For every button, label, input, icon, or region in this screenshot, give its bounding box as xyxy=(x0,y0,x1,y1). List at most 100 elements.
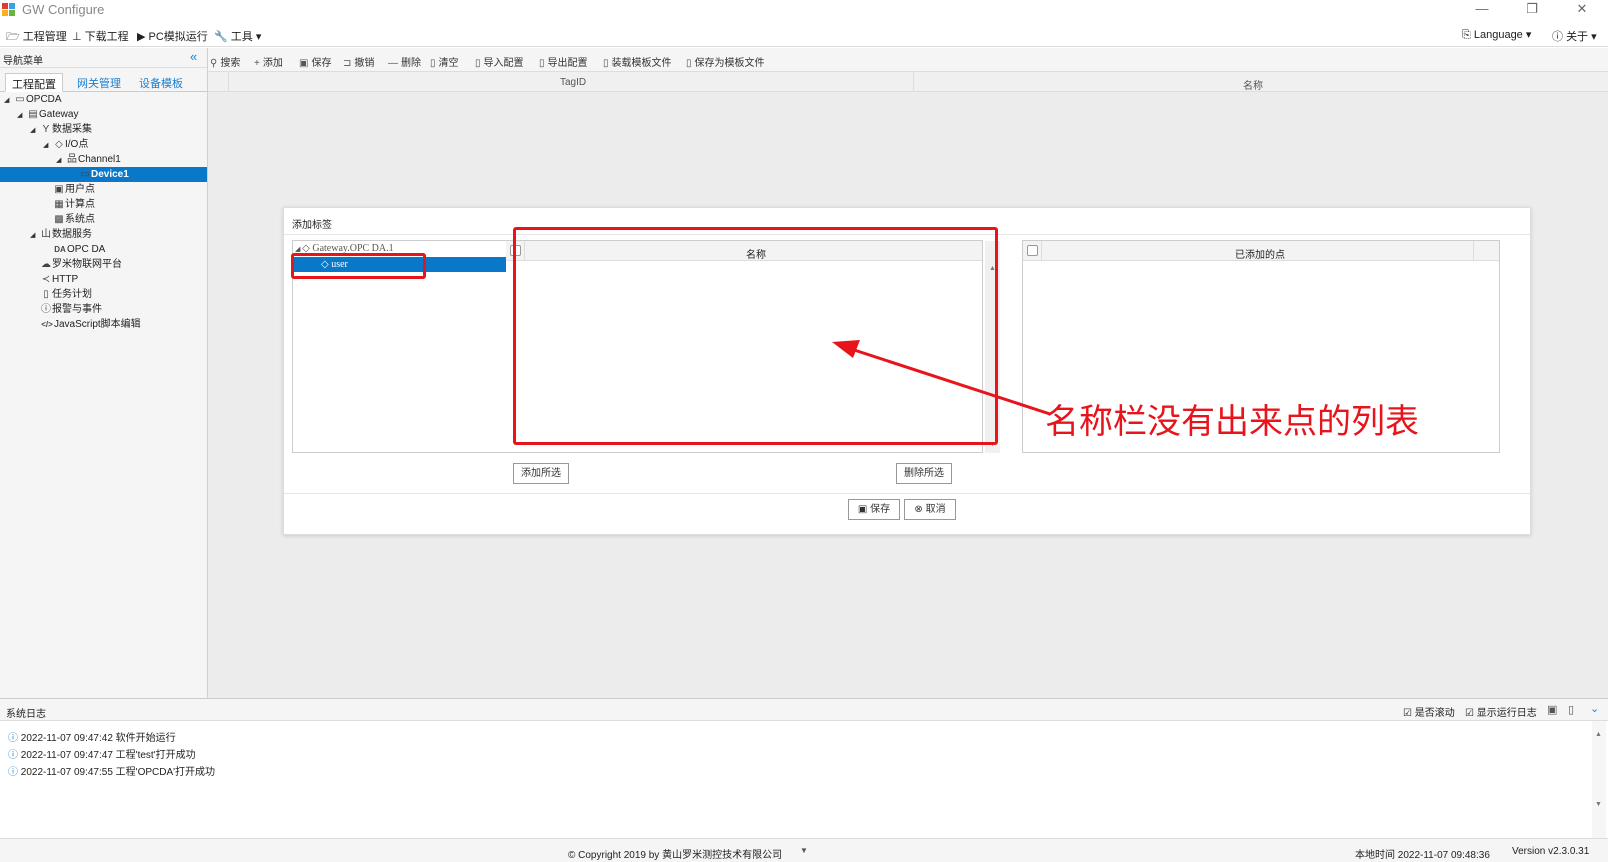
log-entry: ⓘ 2022-11-07 09:47:42 软件开始运行 xyxy=(8,733,176,744)
status-bar: © Copyright 2019 by 黄山罗米测控技术有限公司 ▼ 本地时间 … xyxy=(0,838,1608,862)
tree-node-channel[interactable]: ◢ 品Channel1 xyxy=(56,152,121,167)
tree-node-label: Gateway xyxy=(39,109,79,120)
menu-tools[interactable]: 🔧 工具 ▾ xyxy=(214,28,261,44)
expand-toggle-icon[interactable]: ◢ xyxy=(30,228,40,243)
expand-toggle-icon[interactable]: ◢ xyxy=(30,123,40,138)
expand-toggle-icon[interactable]: ◢ xyxy=(56,153,66,168)
gateway-icon: ▤ xyxy=(28,109,38,120)
title-bar: GW Configure — ❐ ✕ xyxy=(0,0,1608,20)
toolbar-label: 删除 xyxy=(401,58,421,69)
menu-download[interactable]: ⊥ 下载工程 xyxy=(72,28,129,44)
remove-selected-button[interactable]: 删除所选 xyxy=(896,463,952,484)
code-icon: </> xyxy=(41,320,53,329)
tab-gateway-management[interactable]: 网关管理 xyxy=(71,73,127,92)
tree-node-gateway[interactable]: ◢ ▤Gateway xyxy=(17,107,78,122)
info-icon: ⓘ xyxy=(8,733,21,744)
toolbar-label: 清空 xyxy=(438,58,459,69)
tree-node-label: 数据服务 xyxy=(52,229,92,240)
alarm-icon: ⓘ xyxy=(41,304,51,315)
highlight-user-node xyxy=(291,253,426,279)
log-header: 系统日志 ☑ 是否滚动 ☑ 显示运行日志 ▣ ▯ ⌄ xyxy=(0,699,1608,721)
scroll-up-icon[interactable]: ▲ xyxy=(1595,731,1602,738)
tab-device-template[interactable]: 设备模板 xyxy=(133,73,189,92)
close-button[interactable]: ✕ xyxy=(1560,0,1604,20)
tree-node-system-point[interactable]: ▩系统点 xyxy=(43,212,95,227)
tree-node-share[interactable]: ≺ HTTP xyxy=(30,272,78,287)
grid-header: TagID 名称 xyxy=(208,72,1608,92)
column-name[interactable]: 名称 xyxy=(1243,77,1263,92)
tree-node-task[interactable]: ▯ 任务计划 xyxy=(30,287,92,302)
log-entry: ⓘ 2022-11-07 09:47:55 工程'OPCDA'打开成功 xyxy=(8,767,216,778)
dialog-save-button[interactable]: ▣ 保存 xyxy=(848,499,900,520)
scroll-down-icon[interactable]: ▼ xyxy=(1595,801,1602,808)
caret-down-icon[interactable]: ▼ xyxy=(800,846,808,855)
tree-node-label: Channel1 xyxy=(78,154,121,165)
menu-simulate[interactable]: ▶ PC模拟运行 xyxy=(137,28,208,44)
save-icon: ▣ xyxy=(857,504,871,515)
caret-down-icon: ▾ xyxy=(1588,31,1597,43)
undo-button[interactable]: ⊐ 撤销 xyxy=(343,54,374,69)
system-log-panel: 系统日志 ☑ 是否滚动 ☑ 显示运行日志 ▣ ▯ ⌄ ⓘ 2022-11-07 … xyxy=(0,698,1608,839)
dialog-cancel-button[interactable]: ⊗ 取消 xyxy=(904,499,956,520)
tree-node-device[interactable]: ▭Device1 xyxy=(0,167,207,182)
tree-node-data-service[interactable]: ◢ 山数据服务 xyxy=(30,227,92,242)
tree-node-label: Device1 xyxy=(91,169,129,180)
tree-node-label: JavaScript脚本编辑 xyxy=(54,319,141,330)
info-icon: ⓘ xyxy=(8,767,21,778)
tree-node-user-point[interactable]: ▣用户点 xyxy=(43,182,95,197)
save-template-button[interactable]: ▯ 保存为模板文件 xyxy=(686,54,765,69)
task-icon: ▯ xyxy=(43,289,49,300)
trash-icon[interactable]: ▯ xyxy=(1568,703,1574,716)
menu-about[interactable]: ⓘ 关于 ▾ xyxy=(1552,28,1597,44)
menu-project[interactable]: 🗁 工程管理 xyxy=(6,28,67,47)
column-tagid[interactable]: TagID xyxy=(560,77,586,88)
expand-toggle-icon[interactable]: ◢ xyxy=(17,108,27,123)
tree-node-label: 任务计划 xyxy=(52,289,92,300)
import-button[interactable]: ▯ 导入配置 xyxy=(475,54,524,69)
add-selected-button[interactable]: 添加所选 xyxy=(513,463,569,484)
export-log-icon[interactable]: ▣ xyxy=(1547,703,1557,716)
tree-node-calc-point[interactable]: ▦计算点 xyxy=(43,197,95,212)
calc-point-icon: ▦ xyxy=(54,199,64,210)
nav-title: 导航菜单 xyxy=(3,56,43,67)
tree-node-alarm[interactable]: ⓘ报警与事件 xyxy=(30,302,102,317)
plus-icon: + xyxy=(254,58,260,69)
show-run-log-checkbox[interactable]: ☑ 显示运行日志 xyxy=(1465,704,1537,719)
cancel-icon: ⊗ xyxy=(914,504,926,515)
tree-node-monitor[interactable]: ◢ ▭OPCDA xyxy=(4,92,62,107)
minus-button[interactable]: — 删除 xyxy=(388,54,421,69)
menu-language[interactable]: ⎘ Language ▾ xyxy=(1462,28,1531,42)
tree-node-cloud[interactable]: ☁罗米物联网平台 xyxy=(30,257,122,272)
trash-button[interactable]: ▯ 清空 xyxy=(430,54,459,69)
download-icon: ⊥ xyxy=(72,31,85,43)
tab-project-config[interactable]: 工程配置 xyxy=(5,73,63,92)
tree-node-label: 数据采集 xyxy=(52,124,92,135)
load-template-icon: ▯ xyxy=(603,58,609,69)
toolbar-label: 添加 xyxy=(262,58,283,69)
tree-node-code[interactable]: </>JavaScript脚本编辑 xyxy=(30,317,141,332)
tree-node-label: I/O点 xyxy=(65,139,89,150)
navigation-panel: 导航菜单 « 工程配置 网关管理 设备模板 ◢ ▭OPCDA ◢ ▤Gateway ◢ Y… xyxy=(0,48,208,698)
select-all-added-checkbox[interactable] xyxy=(1027,245,1038,256)
local-time: 本地时间 2022-11-07 09:48:36 xyxy=(1355,850,1490,861)
export-icon: ▯ xyxy=(539,58,545,69)
tree-node-opcda[interactable]: DAOPC DA xyxy=(43,242,105,257)
load-template-button[interactable]: ▯ 装载模板文件 xyxy=(603,54,672,69)
search-button[interactable]: ⚲ 搜索 xyxy=(210,54,240,69)
auto-scroll-checkbox[interactable]: ☑ 是否滚动 xyxy=(1403,704,1455,719)
minimize-button[interactable]: — xyxy=(1460,0,1504,20)
maximize-button[interactable]: ❐ xyxy=(1510,0,1554,20)
expand-toggle-icon[interactable]: ◢ xyxy=(4,93,14,108)
expand-toggle-icon[interactable]: ◢ xyxy=(43,138,53,153)
export-button[interactable]: ▯ 导出配置 xyxy=(539,54,588,69)
tree-node-label: 罗米物联网平台 xyxy=(52,259,122,270)
tree-node-tag[interactable]: ◢ ◇ I/O点 xyxy=(43,137,88,152)
annotation-arrow-icon xyxy=(832,340,1051,416)
save-button[interactable]: ▣ 保存 xyxy=(299,54,331,69)
tree-node-collect[interactable]: ◢ Y 数据采集 xyxy=(30,122,92,137)
plus-button[interactable]: + 添加 xyxy=(254,54,283,69)
collapse-icon[interactable]: « xyxy=(190,49,197,64)
collapse-log-icon[interactable]: ⌄ xyxy=(1590,702,1599,715)
log-scrollbar[interactable]: ▲ ▼ xyxy=(1592,721,1606,839)
save-template-icon: ▯ xyxy=(686,58,692,69)
